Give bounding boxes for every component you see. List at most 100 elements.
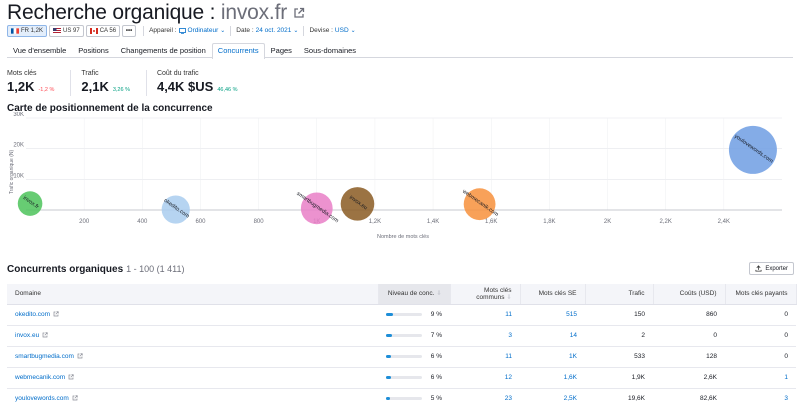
- metric-change: 46,46 %: [217, 87, 238, 93]
- table-row: invox.eu 7 % 3 14 2 0 0: [7, 325, 796, 347]
- page-title-domain[interactable]: invox.fr: [221, 1, 287, 24]
- x-tick-label: 2K: [604, 219, 611, 225]
- db-ca-button[interactable]: CA 56: [85, 24, 121, 37]
- se-keywords-link[interactable]: 515: [566, 311, 577, 318]
- metric-keywords: Mots clés 1,2K -1,2 %: [7, 70, 72, 96]
- external-link-icon[interactable]: [293, 7, 305, 19]
- paid-keywords-value[interactable]: 3: [784, 395, 788, 402]
- common-keywords-cell: 23: [450, 388, 520, 405]
- competition-level-value: 6 %: [430, 353, 442, 360]
- external-link-icon[interactable]: [72, 395, 78, 401]
- common-keywords-link[interactable]: 11: [505, 353, 512, 360]
- se-keywords-link[interactable]: 1,6K: [564, 374, 577, 381]
- metric-value[interactable]: 4,4K $US 46,46 %: [157, 79, 238, 94]
- external-link-icon[interactable]: [53, 311, 59, 317]
- x-tick-label: 800: [254, 219, 265, 225]
- tab-subdomains[interactable]: Sous-domaines: [298, 43, 362, 58]
- tab-competitors[interactable]: Concurrents: [211, 43, 265, 59]
- table-row: youlovewords.com 5 % 23 2,5K 19,6K 82,6K 3: [7, 388, 796, 405]
- domain-cell: invox.eu: [7, 325, 378, 347]
- currency-value: USD: [334, 27, 349, 34]
- db-us-button[interactable]: US 97: [49, 24, 84, 37]
- tab-pages[interactable]: Pages: [265, 43, 298, 58]
- export-button[interactable]: Exporter: [749, 262, 794, 275]
- domain-link[interactable]: invox.eu: [15, 332, 39, 339]
- x-tick-label: 400: [137, 219, 148, 225]
- common-keywords-link[interactable]: 23: [505, 395, 512, 402]
- tab-positions[interactable]: Positions: [72, 43, 114, 58]
- metric-label: Mots clés: [7, 70, 37, 77]
- paid-keywords-value: 0: [784, 311, 788, 318]
- device-value: Ordinateur: [187, 27, 219, 34]
- paid-keywords-cell: 0: [725, 325, 796, 347]
- competition-level-value: 7 %: [430, 332, 442, 339]
- domain-link[interactable]: webmecanik.com: [15, 374, 65, 381]
- domain-link[interactable]: youlovewords.com: [15, 395, 69, 402]
- currency-label: Devise :: [309, 27, 333, 34]
- se-keywords-cell: 14: [520, 325, 585, 347]
- competition-level-cell: 7 %: [378, 325, 450, 347]
- competition-level-cell: 6 %: [378, 367, 450, 389]
- x-tick-label: 600: [195, 219, 206, 225]
- external-link-icon[interactable]: [42, 332, 48, 338]
- db-fr-label: FR 1,2K: [21, 27, 44, 34]
- metric-value[interactable]: 1,2K -1,2 %: [7, 79, 54, 94]
- date-select[interactable]: 24 oct. 2021 ⌄: [256, 27, 299, 34]
- se-keywords-cell: 1K: [520, 346, 585, 368]
- filter-divider: [143, 25, 145, 36]
- column-header-costs[interactable]: Coûts (USD): [653, 284, 726, 305]
- column-header-paid-keywords[interactable]: Mots clés payants: [725, 284, 797, 305]
- column-header-se-keywords[interactable]: Mots clés SE: [520, 284, 586, 305]
- domain-cell: smartbugmedia.com: [7, 346, 378, 368]
- external-link-icon[interactable]: [77, 353, 83, 359]
- export-label: Exporter: [765, 265, 788, 272]
- device-select[interactable]: Ordinateur ⌄: [178, 27, 225, 34]
- column-header-traffic[interactable]: Trafic: [585, 284, 654, 305]
- common-keywords-link[interactable]: 3: [508, 332, 512, 339]
- y-tick-label: 20K: [13, 143, 24, 149]
- common-keywords-link[interactable]: 11: [505, 311, 512, 318]
- flag-us-icon: [53, 27, 62, 34]
- paid-keywords-value: 0: [784, 353, 788, 360]
- more-databases-button[interactable]: •••: [122, 24, 137, 37]
- paid-keywords-cell: 0: [725, 346, 796, 368]
- x-tick-label: 1,6K: [485, 219, 497, 225]
- column-header-common-keywords[interactable]: Mots clés communs ⇩: [450, 284, 521, 305]
- paid-keywords-value[interactable]: 1: [784, 374, 788, 381]
- device-label: Appareil :: [149, 27, 177, 34]
- competition-level-bar: [386, 355, 422, 358]
- common-keywords-cell: 11: [450, 346, 520, 368]
- competition-level-bar: [386, 313, 422, 316]
- chevron-down-icon: ⌄: [350, 28, 356, 34]
- traffic-cell: 19,6K: [585, 388, 653, 405]
- column-header-competition-level[interactable]: Niveau de conc. ⇩: [378, 284, 451, 305]
- x-tick-label: 200: [79, 219, 90, 225]
- flag-ca-icon: [89, 27, 98, 34]
- column-header-domain[interactable]: Domaine: [7, 284, 379, 305]
- report-tabs: Vue d'ensemble Positions Changements de …: [7, 43, 793, 59]
- db-fr-button[interactable]: FR 1,2K: [7, 24, 48, 37]
- tab-position-changes[interactable]: Changements de position: [115, 43, 212, 58]
- column-label: Niveau de conc.: [387, 290, 435, 298]
- domain-link[interactable]: okedito.com: [15, 311, 50, 318]
- domain-cell: youlovewords.com: [7, 388, 378, 405]
- tab-overview[interactable]: Vue d'ensemble: [7, 43, 72, 58]
- traffic-cell: 1,9K: [585, 367, 653, 389]
- competition-level-bar-fill: [386, 313, 394, 316]
- x-axis-title: Nombre de mots clés: [377, 234, 429, 240]
- common-keywords-cell: 11: [450, 304, 520, 326]
- domain-link[interactable]: smartbugmedia.com: [15, 353, 74, 360]
- paid-keywords-cell: 0: [725, 304, 796, 326]
- currency-select[interactable]: USD ⌄: [335, 27, 356, 34]
- metric-label: Coût du trafic: [156, 70, 199, 77]
- chevron-down-icon: ⌄: [293, 28, 299, 34]
- se-keywords-link[interactable]: 1K: [569, 353, 577, 360]
- external-link-icon[interactable]: [68, 374, 74, 380]
- competition-level-bar: [386, 397, 422, 400]
- db-ca-label: CA 56: [99, 27, 117, 34]
- competitive-positioning-chart: 10K20K30K2004006008001K1,2K1,4K1,6K1,8K2…: [9, 112, 782, 240]
- se-keywords-link[interactable]: 2,5K: [564, 395, 577, 402]
- se-keywords-link[interactable]: 14: [570, 332, 577, 339]
- metric-value[interactable]: 2,1K 3,26 %: [81, 79, 130, 94]
- common-keywords-link[interactable]: 12: [505, 374, 512, 381]
